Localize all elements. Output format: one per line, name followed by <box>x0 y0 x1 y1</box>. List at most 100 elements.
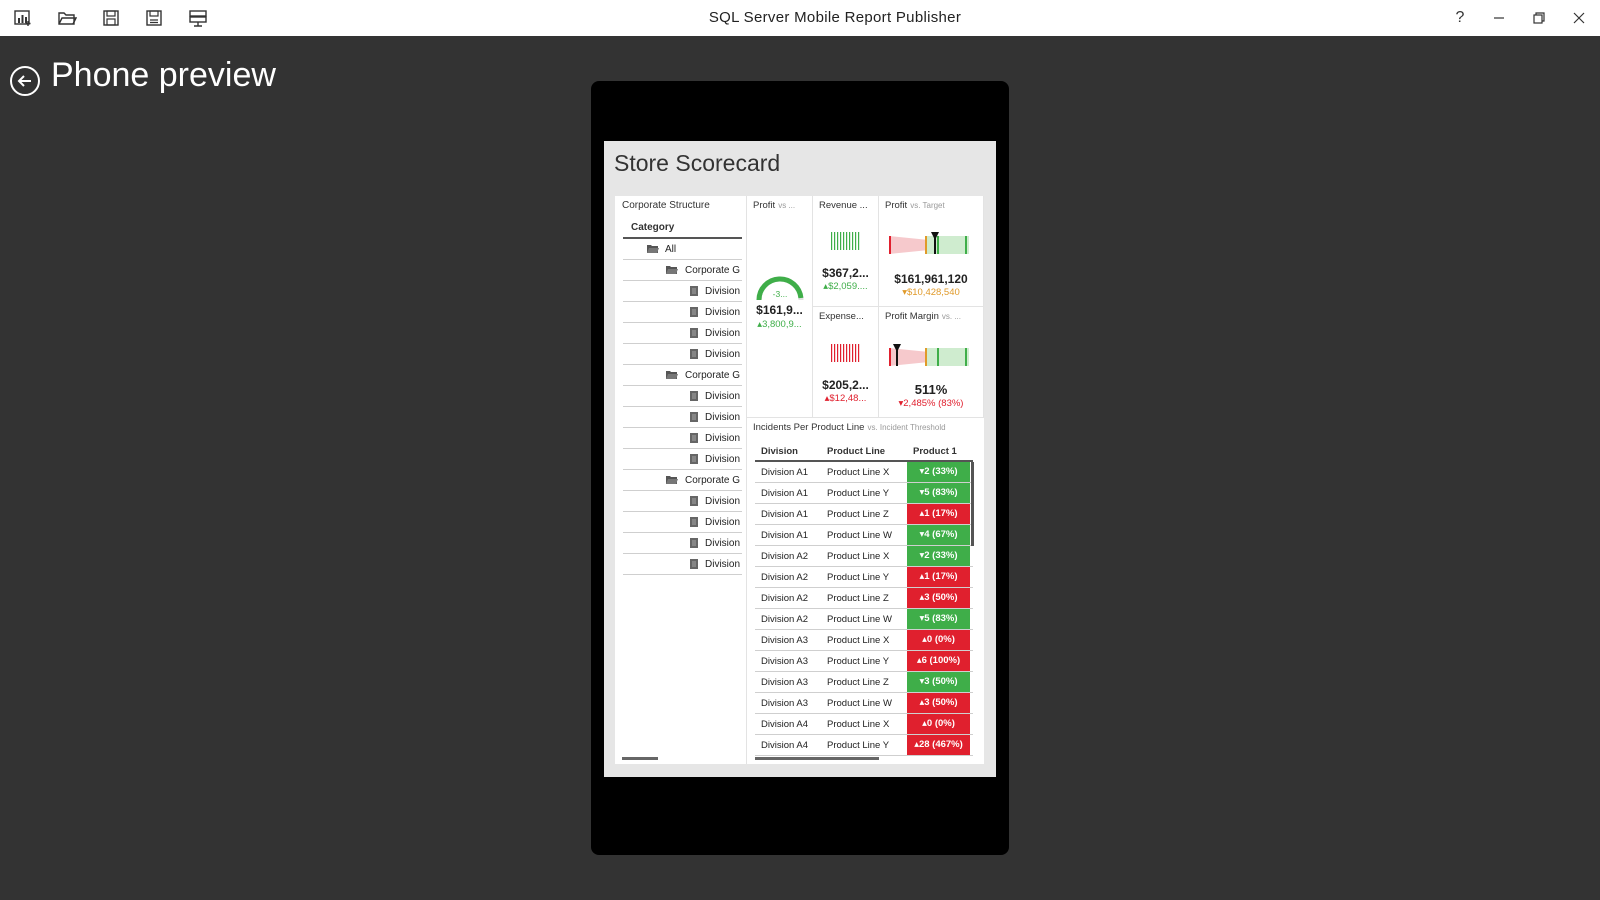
tile-value: $367,2... <box>822 266 869 280</box>
document-icon <box>690 286 698 299</box>
navigator-item-group[interactable]: Corporate G <box>623 365 742 386</box>
profit-vs-target-tile[interactable]: Profit vs. Target $161,961,120 ▾$10,428,5… <box>879 196 984 307</box>
cell-product-line: Product Line W <box>827 614 892 625</box>
navigator-item-group[interactable]: Corporate G <box>623 260 742 281</box>
cell-product-line: Product Line W <box>827 530 892 541</box>
grid-row[interactable]: Division A4 Product Line X ▴0 (0%) <box>755 714 973 735</box>
help-icon: ? <box>1455 9 1465 26</box>
profit-gauge-tile[interactable]: Profit vs ... -3... $161,9... ▴3,800,9... <box>747 196 813 418</box>
navigator-item-label: Corporate G <box>685 370 741 381</box>
tile-delta: ▾$10,428,540 <box>902 287 960 298</box>
grid-row[interactable]: Division A2 Product Line W ▾5 (83%) <box>755 609 973 630</box>
expense-tile[interactable]: Expense... $205,2... ▴$12,48... <box>813 307 879 418</box>
column-header-division[interactable]: Division <box>761 446 798 457</box>
expense-sparkbars <box>831 344 860 362</box>
tile-title: Expense... <box>819 311 864 322</box>
navigator-item-division[interactable]: Division <box>623 386 742 407</box>
navigator-item-label: Division <box>705 517 741 528</box>
cell-product-1-status: ▾5 (83%) <box>907 483 970 503</box>
navigator-item-division[interactable]: Division <box>623 323 742 344</box>
grid-row[interactable]: Division A1 Product Line W ▾4 (67%) <box>755 525 973 546</box>
grid-horizontal-scrollbar[interactable] <box>755 757 879 760</box>
document-icon <box>690 517 698 530</box>
document-icon <box>690 433 698 446</box>
minimize-button[interactable] <box>1484 6 1514 30</box>
profit-margin-tile[interactable]: Profit Margin vs. ... 511% ▾2,485% (83%) <box>879 307 984 418</box>
profit-margin-bullet-graph <box>889 344 969 366</box>
navigator-item-label: Division <box>705 328 741 339</box>
navigator-item-label: Division <box>705 286 741 297</box>
tile-subtitle: vs. Incident Threshold <box>867 423 946 432</box>
incidents-grid-tile[interactable]: Incidents Per Product Line vs. Incident T… <box>747 418 984 764</box>
back-arrow-icon <box>17 75 31 87</box>
tile-value: $161,961,120 <box>894 272 968 286</box>
cell-product-1-status: ▴3 (50%) <box>907 693 970 713</box>
gauge-value-label: -3... <box>772 289 788 299</box>
grid-vertical-scrollbar[interactable] <box>971 462 974 546</box>
navigator-item-division[interactable]: Division <box>623 428 742 449</box>
grid-row[interactable]: Division A3 Product Line Y ▴6 (100%) <box>755 651 973 672</box>
cell-division: Division A2 <box>761 593 808 604</box>
cell-product-1-status: ▾3 (50%) <box>907 672 970 692</box>
navigator-item-division[interactable]: Division <box>623 407 742 428</box>
close-button[interactable] <box>1564 6 1594 30</box>
navigator-item-label: Division <box>705 433 741 444</box>
grid-row[interactable]: Division A4 Product Line Y ▴28 (467%) <box>755 735 973 756</box>
grid-row[interactable]: Division A3 Product Line W ▴3 (50%) <box>755 693 973 714</box>
grid-row[interactable]: Division A2 Product Line X ▾2 (33%) <box>755 546 973 567</box>
revenue-tile[interactable]: Revenue ... $367,2... ▴$2,059.... <box>813 196 879 307</box>
column-header-product-line[interactable]: Product Line <box>827 446 885 457</box>
column-header-product-1[interactable]: Product 1 <box>913 446 957 457</box>
grid-row[interactable]: Division A1 Product Line Z ▴1 (17%) <box>755 504 973 525</box>
report-title: Store Scorecard <box>614 150 781 176</box>
grid-row[interactable]: Division A2 Product Line Y ▴1 (17%) <box>755 567 973 588</box>
grid-row[interactable]: Division A1 Product Line Y ▾5 (83%) <box>755 483 973 504</box>
profit-bullet-graph <box>889 232 969 254</box>
navigator-item-division[interactable]: Division <box>623 533 742 554</box>
restore-button[interactable] <box>1524 6 1554 30</box>
cell-product-1-status: ▾2 (33%) <box>907 462 970 482</box>
cell-product-line: Product Line X <box>827 467 890 478</box>
cell-division: Division A2 <box>761 572 808 583</box>
cell-division: Division A2 <box>761 614 808 625</box>
navigator-item-group[interactable]: Corporate G <box>623 470 742 491</box>
help-button[interactable]: ? <box>1445 6 1475 30</box>
cell-division: Division A3 <box>761 656 808 667</box>
navigator-item-division[interactable]: Division <box>623 554 742 575</box>
navigator-item-division[interactable]: Division <box>623 302 742 323</box>
tile-value: 511% <box>914 382 948 397</box>
report-canvas: Corporate Structure Category All Corporat… <box>615 196 984 764</box>
navigator-item-division[interactable]: Division <box>623 344 742 365</box>
cell-product-1-status: ▴6 (100%) <box>907 651 970 671</box>
cell-division: Division A2 <box>761 551 808 562</box>
navigator-item-label: Division <box>705 559 741 570</box>
back-button[interactable] <box>10 66 40 96</box>
navigator-item-division[interactable]: Division <box>623 449 742 470</box>
navigator-item-division[interactable]: Division <box>623 512 742 533</box>
tile-delta: ▾2,485% (83%) <box>898 398 964 409</box>
navigator-item-division[interactable]: Division <box>623 281 742 302</box>
phone-screen: Store Scorecard Corporate Structure Cate… <box>604 141 996 777</box>
grid-row[interactable]: Division A3 Product Line X ▴0 (0%) <box>755 630 973 651</box>
navigator-item-label: Corporate G <box>685 265 741 276</box>
cell-product-1-status: ▾5 (83%) <box>907 609 970 629</box>
grid-row[interactable]: Division A1 Product Line X ▾2 (33%) <box>755 462 973 483</box>
navigator-item-label: Division <box>705 454 741 465</box>
grid-row[interactable]: Division A3 Product Line Z ▾3 (50%) <box>755 672 973 693</box>
cell-product-line: Product Line X <box>827 635 890 646</box>
cell-division: Division A4 <box>761 740 808 751</box>
navigator-item-division[interactable]: Division <box>623 491 742 512</box>
tile-subtitle: vs. ... <box>941 312 961 321</box>
cell-product-line: Product Line Z <box>827 677 889 688</box>
tile-title: Revenue ... <box>819 200 868 211</box>
tile-title: Profit <box>753 200 776 211</box>
document-icon <box>690 349 698 362</box>
tile-title: Profit <box>885 200 908 211</box>
grid-row[interactable]: Division A2 Product Line Z ▴3 (50%) <box>755 588 973 609</box>
navigator-item-group[interactable]: All <box>623 239 742 260</box>
minimize-icon <box>1494 17 1504 19</box>
cell-division: Division A1 <box>761 467 808 478</box>
navigator-scroll-indicator[interactable] <box>622 757 658 760</box>
corporate-structure-navigator: Corporate Structure Category All Corporat… <box>615 196 747 764</box>
navigator-item-label: Corporate G <box>685 475 741 486</box>
